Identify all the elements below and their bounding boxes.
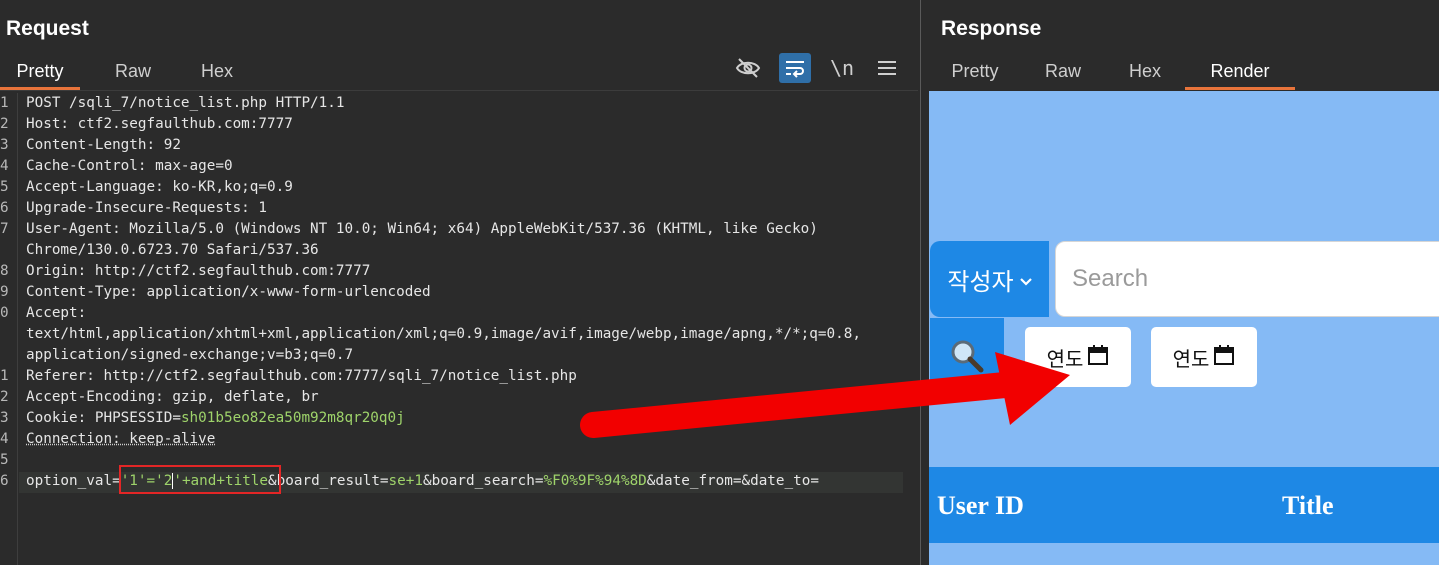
date-from-input[interactable]: 연도 [1025, 327, 1131, 387]
line-text: Content-Type: application/x-www-form-url… [26, 284, 431, 300]
search-field-select[interactable]: 작성자 [930, 241, 1049, 317]
tab-raw[interactable]: Raw [88, 56, 178, 90]
line-number: 5 [0, 452, 9, 468]
code-line: Chrome/130.0.6723.70 Safari/537.36 [0, 240, 918, 261]
line-number: 3 [0, 137, 9, 153]
request-editor[interactable]: 1 POST /sqli_7/notice_list.php HTTP/1.1 2… [0, 93, 918, 492]
search-button[interactable] [930, 318, 1004, 398]
param-dates: &date_from=&date_to= [646, 473, 819, 489]
select-label: 작성자 [947, 267, 1014, 296]
cookie-key: Cookie: PHPSESSID= [26, 410, 181, 426]
word-wrap-icon[interactable] [779, 53, 811, 83]
line-text: Accept: [26, 305, 87, 321]
line-text: Referer: http://ctf2.segfaulthub.com:777… [26, 368, 577, 384]
line-number: 0 [0, 305, 9, 321]
param-board-result-value: se+1 [388, 473, 423, 489]
response-title: Response [941, 17, 1042, 40]
line-number: 1 [0, 95, 9, 111]
response-tabs: Pretty Raw Hex Render [929, 56, 1295, 90]
line-text: POST /sqli_7/notice_list.php HTTP/1.1 [26, 95, 345, 111]
code-line: 0 Accept: [0, 303, 918, 324]
line-text: Content-Length: 92 [26, 137, 181, 153]
search-input[interactable]: Search [1055, 241, 1439, 317]
chevron-down-icon [1019, 265, 1032, 293]
line-number: 1 [0, 368, 9, 384]
code-line: 9 Content-Type: application/x-www-form-ur… [0, 282, 918, 303]
line-number: 6 [0, 200, 9, 216]
tab-pretty[interactable]: Pretty [929, 56, 1021, 90]
tab-hex[interactable]: Hex [1105, 56, 1185, 90]
line-text: application/signed-exchange;v=b3;q=0.7 [26, 347, 354, 363]
code-line: 4 Connection: keep-alive [0, 429, 918, 450]
tab-raw[interactable]: Raw [1021, 56, 1105, 90]
param-option-key: option_val= [26, 473, 121, 489]
line-text: Accept-Language: ko-KR,ko;q=0.9 [26, 179, 293, 195]
date-from-text: 연도 [1046, 346, 1084, 371]
search-placeholder: Search [1072, 265, 1149, 292]
magnifier-icon [949, 338, 985, 379]
code-line: 2 Host: ctf2.segfaulthub.com:7777 [0, 114, 918, 135]
code-line: text/html,application/xhtml+xml,applicat… [0, 324, 918, 345]
param-board-search-key: &board_search= [422, 473, 544, 489]
date-to-text: 연도 [1172, 346, 1210, 371]
request-pane: Request Pretty Raw Hex \n 1 POST /sqli_7/… [0, 0, 920, 565]
code-line: 6 Upgrade-Insecure-Requests: 1 [0, 198, 918, 219]
injection-highlight-box [119, 465, 281, 494]
request-title: Request [6, 17, 89, 40]
code-line: 1 Referer: http://ctf2.segfaulthub.com:77… [0, 366, 918, 387]
line-text: User-Agent: Mozilla/5.0 (Windows NT 10.0… [26, 221, 818, 237]
request-tabs: Pretty Raw Hex [0, 56, 252, 90]
line-text: Connection: keep-alive [26, 431, 216, 447]
tabs-divider [0, 90, 918, 91]
line-number: 9 [0, 284, 9, 300]
column-title: Title [1282, 491, 1334, 520]
pane-splitter[interactable] [920, 0, 929, 565]
line-number: 4 [0, 158, 9, 174]
line-number: 2 [0, 389, 9, 405]
line-number: 6 [0, 473, 9, 489]
date-to-input[interactable]: 연도 [1151, 327, 1257, 387]
code-line: 2 Accept-Encoding: gzip, deflate, br [0, 387, 918, 408]
param-board-result-key: &board_result= [268, 473, 389, 489]
tab-render[interactable]: Render [1185, 56, 1295, 90]
line-text: text/html,application/xhtml+xml,applicat… [26, 326, 861, 342]
calendar-icon[interactable] [1087, 344, 1109, 371]
code-line-cookie: 3 Cookie: PHPSESSID=sh01b5eo82ea50m92m8qr… [0, 408, 918, 429]
response-pane: Response Pretty Raw Hex Render 작성자 Searc… [929, 0, 1439, 565]
tab-hex[interactable]: Hex [182, 56, 252, 90]
hamburger-menu-icon[interactable] [871, 53, 903, 83]
line-number: 4 [0, 431, 9, 447]
line-number: 7 [0, 221, 9, 237]
code-line: 5 Accept-Language: ko-KR,ko;q=0.9 [0, 177, 918, 198]
param-board-search-value: %F0%9F%94%8D [543, 473, 647, 489]
code-line: 8 Origin: http://ctf2.segfaulthub.com:777… [0, 261, 918, 282]
rendered-page: 작성자 Search 연도 연도 User ID Title [929, 91, 1439, 565]
code-line: application/signed-exchange;v=b3;q=0.7 [0, 345, 918, 366]
line-text: Host: ctf2.segfaulthub.com:7777 [26, 116, 293, 132]
line-text: Cookie: PHPSESSID=sh01b5eo82ea50m92m8qr2… [26, 408, 405, 429]
line-text: Cache-Control: max-age=0 [26, 158, 233, 174]
line-text: Origin: http://ctf2.segfaulthub.com:7777 [26, 263, 371, 279]
cookie-value: sh01b5eo82ea50m92m8qr20q0j [180, 410, 405, 426]
calendar-icon[interactable] [1213, 344, 1235, 371]
line-text: Accept-Encoding: gzip, deflate, br [26, 389, 319, 405]
line-number: 2 [0, 116, 9, 132]
code-line: 3 Content-Length: 92 [0, 135, 918, 156]
results-table-header: User ID Title [929, 467, 1439, 543]
code-line: 4 Cache-Control: max-age=0 [0, 156, 918, 177]
line-text: Chrome/130.0.6723.70 Safari/537.36 [26, 242, 319, 258]
line-number: 8 [0, 263, 9, 279]
eye-slash-icon[interactable] [732, 53, 764, 83]
line-number: 3 [0, 410, 9, 426]
line-number: 5 [0, 179, 9, 195]
code-line: 7 User-Agent: Mozilla/5.0 (Windows NT 10.… [0, 219, 918, 240]
tab-pretty[interactable]: Pretty [0, 56, 80, 90]
newline-toggle[interactable]: \n [826, 53, 858, 83]
column-user-id: User ID [937, 491, 1024, 520]
code-line: 1 POST /sqli_7/notice_list.php HTTP/1.1 [0, 93, 918, 114]
line-text: Upgrade-Insecure-Requests: 1 [26, 200, 268, 216]
